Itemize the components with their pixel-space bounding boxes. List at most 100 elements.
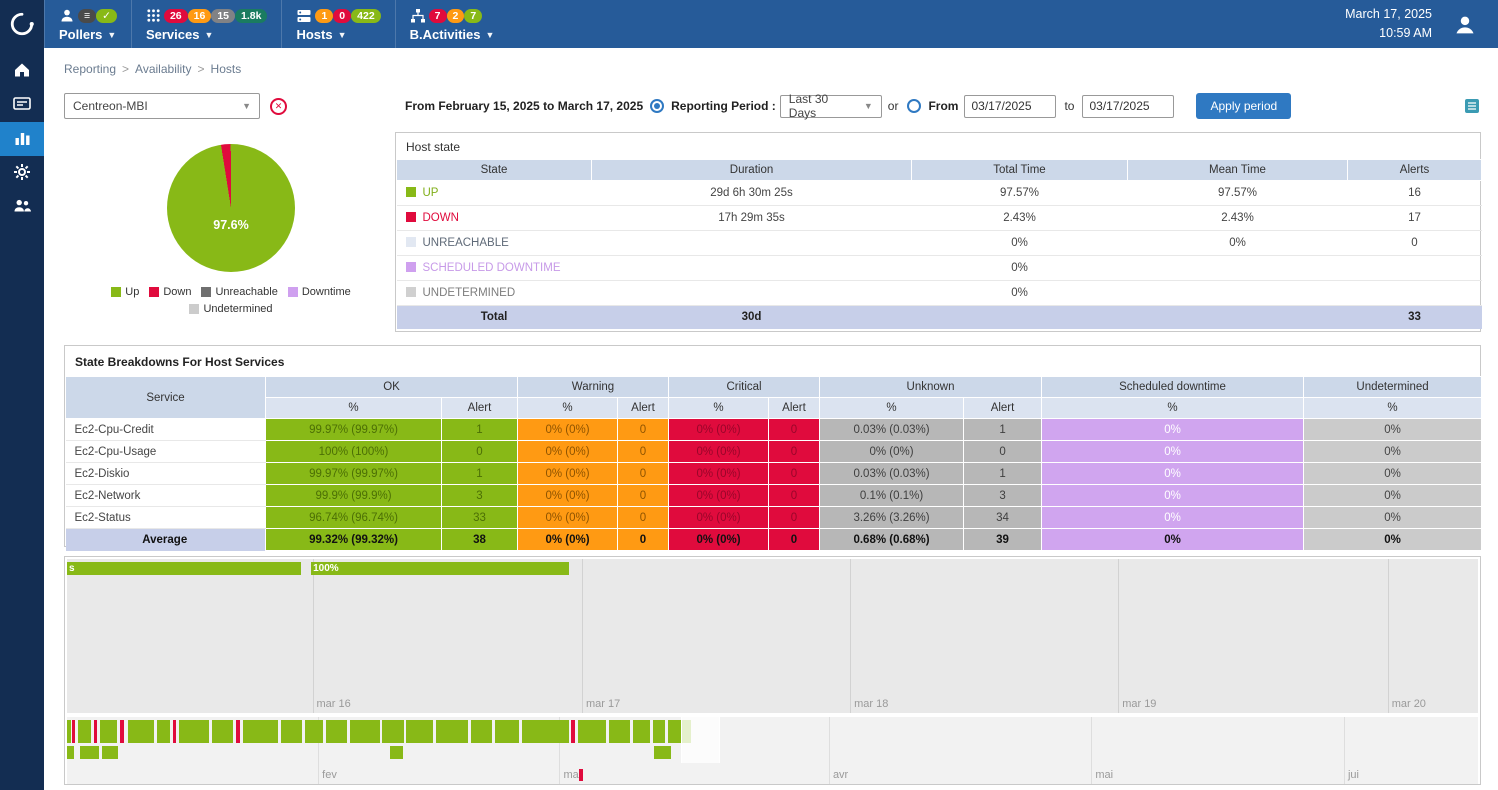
- timeline-gridline: [313, 559, 314, 713]
- navigator-bar: [406, 720, 433, 743]
- column-header-undetermined: Undetermined: [1304, 377, 1482, 398]
- navigator-bar: [157, 720, 170, 743]
- host-state-title: Host state: [396, 133, 1480, 159]
- column-header-unknown: Unknown: [820, 377, 1042, 398]
- export-icon[interactable]: [1464, 98, 1480, 114]
- breadcrumb-availability[interactable]: Availability: [135, 62, 191, 76]
- reporting-period-radio[interactable]: [650, 99, 664, 113]
- timeline-axis-label: mar 19: [1118, 698, 1156, 710]
- navigator-bar: [128, 720, 155, 743]
- navigator-bar: [100, 720, 117, 743]
- breakdown-table: Service OK Warning Critical Unknown Sche…: [65, 376, 1482, 551]
- breadcrumb-reporting[interactable]: Reporting: [64, 62, 116, 76]
- header-date: March 17, 2025: [1345, 5, 1432, 24]
- navigator-axis-label: fev: [318, 769, 337, 781]
- chevron-down-icon: ▼: [234, 101, 251, 111]
- navigator-bar: [471, 720, 492, 743]
- sidebar-item-reporting[interactable]: [0, 122, 44, 156]
- chevron-down-icon: ▼: [204, 30, 213, 40]
- timeline-axis-label: mar 20: [1388, 698, 1426, 710]
- menu-pollers[interactable]: ≡✓ Pollers ▼: [44, 0, 131, 48]
- centreon-logo-icon: [9, 11, 35, 37]
- breakdown-row: Ec2-Cpu-Credit99.97% (99.97%)10% (0%)00%…: [66, 419, 1482, 441]
- sidebar-item-home[interactable]: [0, 54, 44, 88]
- pie-percentage-label: 97.6%: [213, 218, 248, 232]
- navigator-bar: [120, 720, 124, 743]
- business-activities-icon: [410, 8, 426, 24]
- status-badge: ≡: [78, 9, 96, 23]
- main-content: Reporting>Availability>Hosts Centreon-MB…: [44, 48, 1498, 790]
- status-badge: 7: [429, 9, 447, 23]
- chevron-down-icon: ▼: [338, 30, 347, 40]
- menu-hosts[interactable]: 10422 Hosts ▼: [281, 0, 394, 48]
- status-badge: 1.8k: [235, 9, 267, 23]
- column-header-service: Service: [66, 377, 266, 419]
- timeline-axis-label: mar 16: [313, 698, 351, 710]
- or-label: or: [888, 99, 899, 113]
- custom-period-radio[interactable]: [907, 99, 921, 113]
- navigator-bar: [633, 720, 650, 743]
- sub-header-alert: Alert: [769, 398, 820, 419]
- from-date-input[interactable]: [964, 95, 1056, 118]
- host-select[interactable]: Centreon-MBI ▼: [64, 93, 260, 119]
- sidebar-item-monitoring[interactable]: [0, 88, 44, 122]
- timeline-navigator[interactable]: fevmaravrmaijui: [67, 717, 1478, 784]
- host-state-row: UNREACHABLE0%0%0: [397, 231, 1482, 256]
- menu-services-label: Services: [146, 27, 200, 42]
- navigator-bar: [179, 720, 209, 743]
- timeline-chart: mar 16mar 17mar 18mar 19mar 20s100%: [67, 559, 1478, 713]
- navigator-bar: [571, 720, 575, 743]
- date-range-text: From February 15, 2025 to March 17, 2025: [405, 99, 643, 113]
- to-date-input[interactable]: [1082, 95, 1174, 118]
- user-icon[interactable]: [1450, 9, 1480, 39]
- menu-bactivities[interactable]: 727 B.Activities ▼: [395, 0, 509, 48]
- sidebar: [0, 48, 44, 790]
- legend-item: Up: [111, 286, 139, 298]
- column-header-mean-time: Mean Time: [1128, 160, 1348, 181]
- navigator-bar: [578, 720, 606, 743]
- filter-bar: Centreon-MBI ▼ ✕ From February 15, 2025 …: [64, 92, 1480, 120]
- legend-item: Undetermined: [189, 303, 272, 315]
- breadcrumb-hosts[interactable]: Hosts: [211, 62, 242, 76]
- timeline-axis-label: mar 17: [582, 698, 620, 710]
- navigator-bar: [382, 720, 403, 743]
- sidebar-item-configuration[interactable]: [0, 156, 44, 190]
- navigator-selection-handle[interactable]: [681, 717, 721, 763]
- navigator-axis-label: avr: [829, 769, 848, 781]
- services-icon: [146, 8, 161, 23]
- sidebar-item-administration[interactable]: [0, 190, 44, 224]
- availability-pie-section: 97.6% UpDownUnreachableDowntimeUndetermi…: [100, 144, 362, 315]
- navigator-small-bar: [102, 746, 118, 759]
- sub-header-pct: %: [1042, 398, 1304, 419]
- header-time: 10:59 AM: [1345, 24, 1432, 43]
- navigator-bar: [350, 720, 380, 743]
- sub-header-pct: %: [820, 398, 964, 419]
- timeline-gridline: [1118, 559, 1119, 713]
- bar-chart-icon: [14, 130, 31, 149]
- host-state-table: State Duration Total Time Mean Time Aler…: [396, 159, 1482, 329]
- gear-icon: [13, 163, 31, 184]
- navigator-bar: [78, 720, 91, 743]
- hosts-icon: [296, 8, 312, 24]
- centreon-logo[interactable]: [0, 0, 44, 48]
- sub-header-alert: Alert: [964, 398, 1042, 419]
- column-header-total-time: Total Time: [912, 160, 1128, 181]
- menu-pollers-label: Pollers: [59, 27, 102, 42]
- status-badge: 15: [211, 9, 235, 23]
- menu-services[interactable]: 2616151.8k Services ▼: [131, 0, 282, 48]
- navigator-bar: [243, 720, 278, 743]
- clear-filter-icon[interactable]: ✕: [270, 98, 287, 115]
- status-badge: 16: [188, 9, 212, 23]
- host-state-row: UP29d 6h 30m 25s97.57%97.57%16: [397, 181, 1482, 206]
- timeline-gridline: [850, 559, 851, 713]
- status-badge: 422: [351, 9, 381, 23]
- period-select[interactable]: Last 30 Days ▼: [780, 95, 882, 118]
- navigator-bar: [281, 720, 302, 743]
- apply-period-button[interactable]: Apply period: [1196, 93, 1291, 119]
- chevron-down-icon: ▼: [856, 101, 873, 111]
- status-badge: ✓: [96, 9, 117, 23]
- chevron-down-icon: ▼: [485, 30, 494, 40]
- breakdown-row: Ec2-Network99.9% (99.9%)30% (0%)00% (0%)…: [66, 485, 1482, 507]
- menu-hosts-label: Hosts: [296, 27, 332, 42]
- column-header-warning: Warning: [518, 377, 669, 398]
